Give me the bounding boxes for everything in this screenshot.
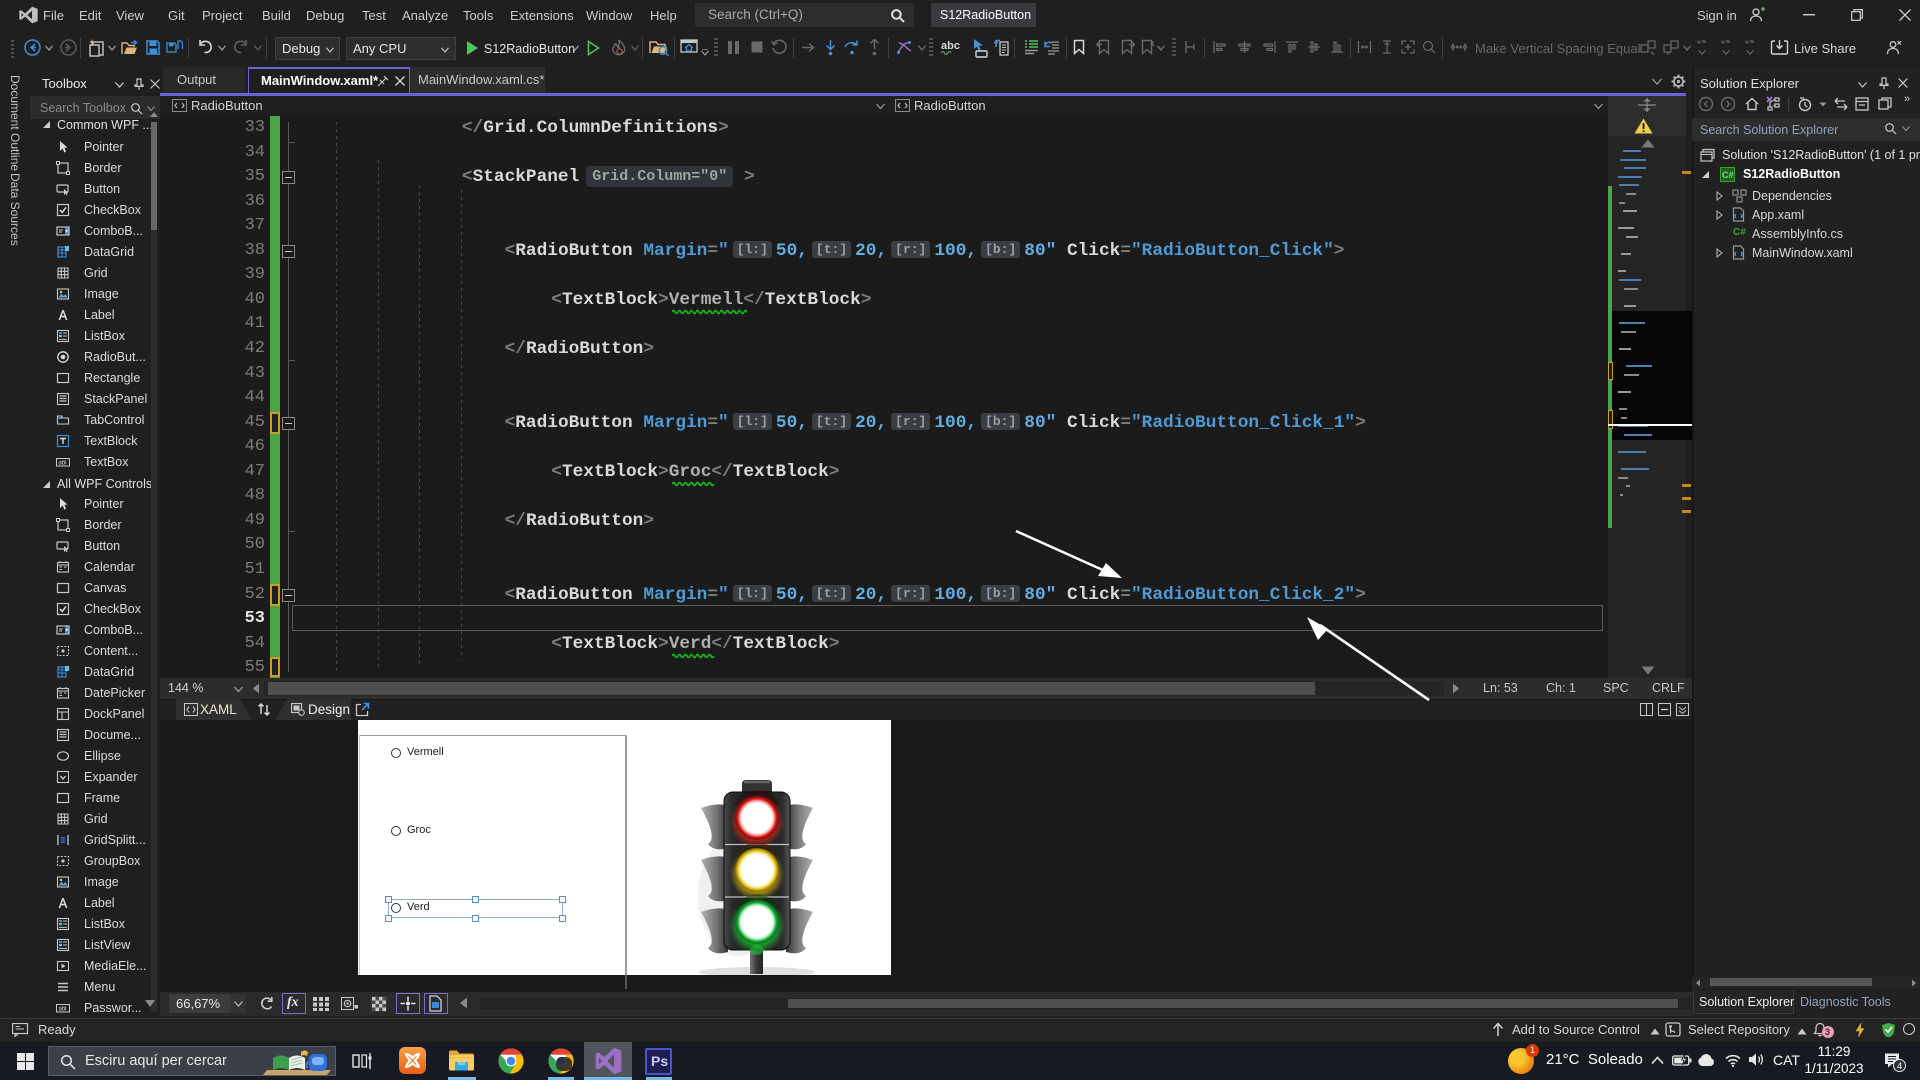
svg-text:abl: abl bbox=[59, 461, 67, 467]
svg-text:abl: abl bbox=[59, 1007, 67, 1013]
